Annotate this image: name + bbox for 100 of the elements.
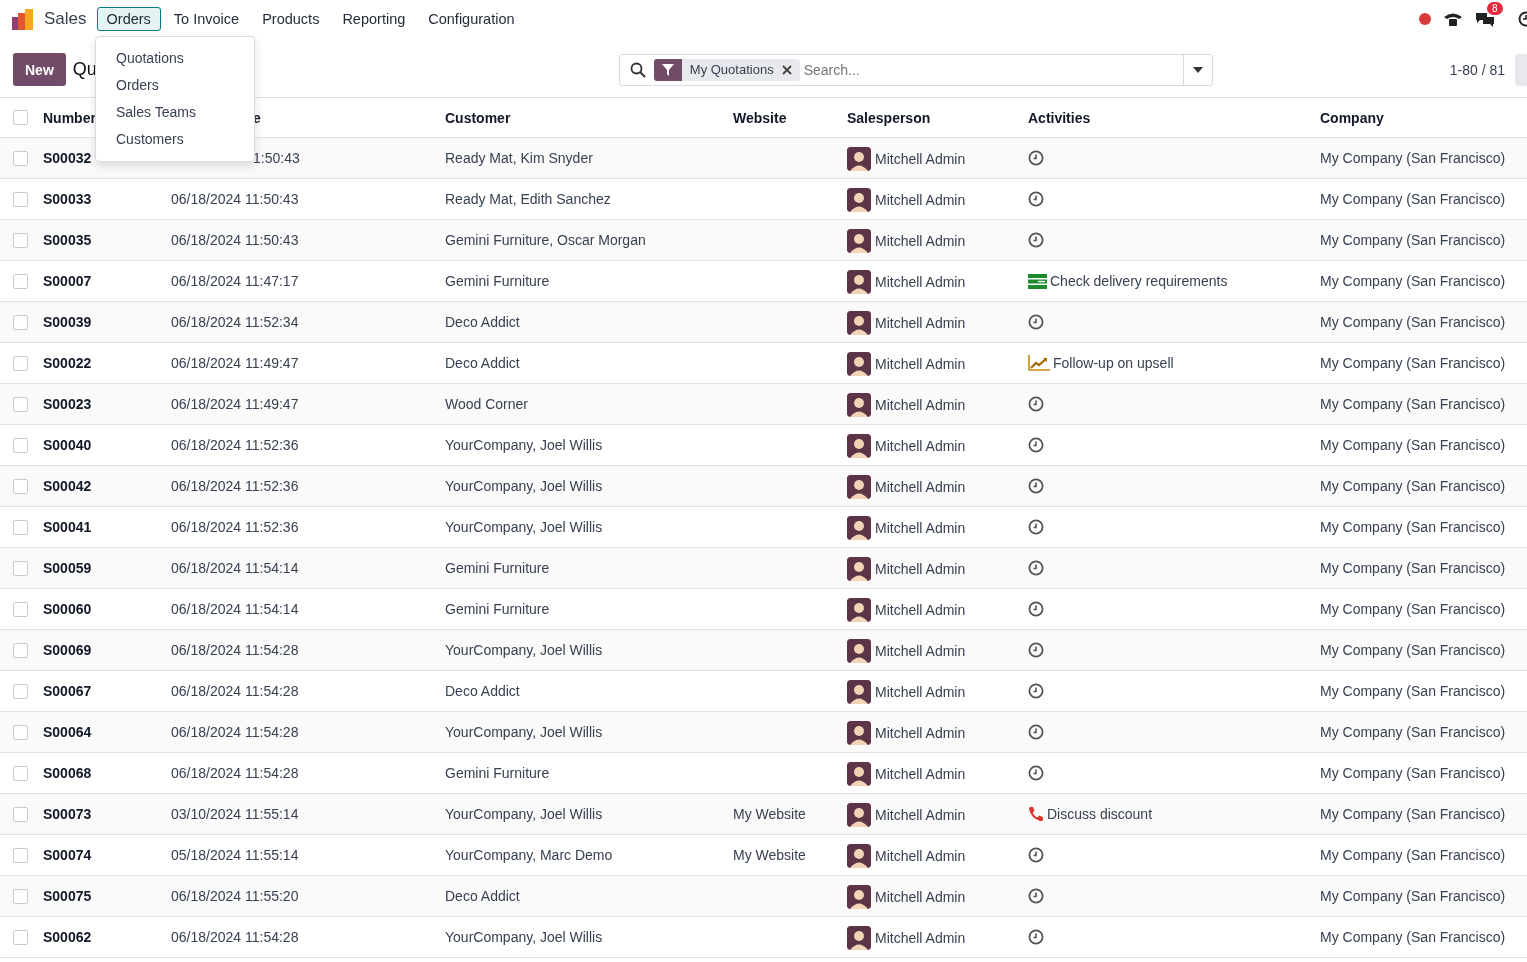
order-number: S00022 — [43, 355, 92, 371]
list-icon[interactable] — [1028, 273, 1047, 289]
column-header[interactable]: Activities — [1028, 98, 1320, 138]
clock-icon[interactable] — [1028, 519, 1044, 535]
menu-item[interactable]: Configuration — [418, 7, 525, 31]
clock-icon[interactable] — [1028, 601, 1044, 617]
row-checkbox[interactable] — [13, 560, 28, 576]
column-header[interactable]: Company — [1320, 98, 1527, 138]
row-checkbox[interactable] — [13, 929, 28, 945]
row-checkbox[interactable] — [13, 601, 28, 617]
row-checkbox[interactable] — [13, 806, 28, 822]
customer-name: YourCompany, Joel Willis — [445, 478, 603, 494]
row-checkbox[interactable] — [13, 519, 28, 535]
clock-icon[interactable] — [1028, 888, 1044, 904]
row-checkbox[interactable] — [13, 437, 28, 453]
customer-name: Deco Addict — [445, 314, 520, 330]
company-name: My Company (San Francisco) — [1320, 683, 1506, 699]
clock-icon[interactable] — [1028, 642, 1044, 658]
row-checkbox[interactable] — [13, 191, 28, 207]
salesperson-name: Mitchell Admin — [875, 930, 966, 946]
line-chart-icon[interactable] — [1028, 355, 1050, 371]
close-icon[interactable] — [781, 64, 792, 75]
search-field[interactable]: My Quotations Search... — [618, 53, 1213, 86]
order-number: S00032 — [43, 150, 92, 166]
company-name: My Company (San Francisco) — [1320, 724, 1506, 740]
row-checkbox[interactable] — [13, 888, 28, 904]
order-date: 06/18/2024 11:52:36 — [171, 519, 299, 535]
avatar-icon — [847, 598, 871, 622]
avatar-icon — [847, 516, 871, 540]
row-checkbox[interactable] — [13, 396, 28, 412]
row-checkbox[interactable] — [13, 724, 28, 740]
row-checkbox[interactable] — [13, 765, 28, 781]
salesperson-name: Mitchell Admin — [875, 807, 966, 823]
avatar-icon — [847, 311, 871, 335]
activity-summary[interactable]: Check delivery requirements — [1050, 273, 1228, 289]
row-checkbox[interactable] — [13, 314, 28, 330]
order-date: 06/18/2024 11:52:36 — [171, 478, 299, 494]
clock-icon[interactable] — [1028, 929, 1044, 945]
phone-icon[interactable] — [1443, 11, 1463, 27]
clock-icon[interactable] — [1517, 11, 1527, 27]
clock-icon[interactable] — [1028, 437, 1044, 453]
app-logo-icon[interactable] — [12, 8, 34, 30]
company-name: My Company (San Francisco) — [1320, 519, 1506, 535]
order-date: 06/18/2024 11:49:47 — [171, 396, 299, 412]
salesperson-name: Mitchell Admin — [875, 356, 966, 372]
order-date: 1:50:43 — [253, 150, 300, 166]
clock-icon[interactable] — [1028, 847, 1044, 863]
row-checkbox[interactable] — [13, 273, 28, 289]
dropdown-item[interactable]: Quotations — [96, 45, 254, 72]
column-header[interactable]: Salesperson — [847, 98, 1028, 138]
order-date: 06/18/2024 11:54:28 — [171, 642, 299, 658]
avatar-icon — [847, 803, 871, 827]
avatar-icon — [847, 680, 871, 704]
order-number: S00035 — [43, 232, 92, 248]
column-header[interactable]: Website — [733, 98, 847, 138]
clock-icon[interactable] — [1028, 560, 1044, 576]
clock-icon[interactable] — [1028, 683, 1044, 699]
column-header[interactable]: Customer — [445, 98, 733, 138]
clock-icon[interactable] — [1028, 314, 1044, 330]
row-checkbox[interactable] — [13, 478, 28, 494]
clock-icon[interactable] — [1028, 724, 1044, 740]
filter-facet: My Quotations — [688, 62, 775, 77]
order-number: S00059 — [43, 560, 92, 576]
menu-item[interactable]: To Invoice — [163, 7, 250, 31]
salesperson-name: Mitchell Admin — [875, 151, 966, 167]
row-checkbox[interactable] — [13, 150, 28, 166]
new-button[interactable]: New — [13, 53, 66, 86]
clock-icon[interactable] — [1028, 232, 1044, 248]
pager-value[interactable]: 1-80 / 81 — [1449, 61, 1505, 78]
activity-summary[interactable]: Discuss discount — [1047, 806, 1153, 822]
app-name[interactable]: Sales — [44, 9, 87, 29]
row-checkbox[interactable] — [13, 355, 28, 371]
clock-icon[interactable] — [1028, 396, 1044, 412]
menu-item[interactable]: Products — [252, 7, 330, 31]
menu-item[interactable]: Reporting — [332, 7, 416, 31]
company-name: My Company (San Francisco) — [1320, 314, 1506, 330]
website-name: My Website — [733, 806, 806, 822]
menu-item[interactable]: Orders — [96, 7, 161, 31]
row-checkbox[interactable] — [13, 232, 28, 248]
company-name: My Company (San Francisco) — [1320, 232, 1506, 248]
clock-icon[interactable] — [1028, 150, 1044, 166]
clock-icon[interactable] — [1028, 191, 1044, 207]
order-number: S00074 — [43, 847, 92, 863]
order-number: S00039 — [43, 314, 92, 330]
order-date: 06/18/2024 11:47:17 — [171, 273, 299, 289]
clock-icon[interactable] — [1028, 478, 1044, 494]
dropdown-item[interactable]: Orders — [96, 72, 254, 99]
salesperson-name: Mitchell Admin — [875, 397, 966, 413]
select-all-checkbox[interactable] — [13, 110, 28, 125]
row-checkbox[interactable] — [13, 847, 28, 863]
row-checkbox[interactable] — [13, 642, 28, 658]
salesperson-name: Mitchell Admin — [875, 438, 966, 454]
clock-icon[interactable] — [1028, 765, 1044, 781]
status-dot-icon[interactable] — [1419, 13, 1431, 25]
order-number: S00069 — [43, 642, 92, 658]
activity-summary[interactable]: Follow-up on upsell — [1053, 355, 1174, 371]
customer-name: Gemini Furniture — [445, 765, 550, 781]
chat-icon[interactable] — [1475, 11, 1495, 27]
salesperson-name: Mitchell Admin — [875, 561, 966, 577]
row-checkbox[interactable] — [13, 683, 28, 699]
